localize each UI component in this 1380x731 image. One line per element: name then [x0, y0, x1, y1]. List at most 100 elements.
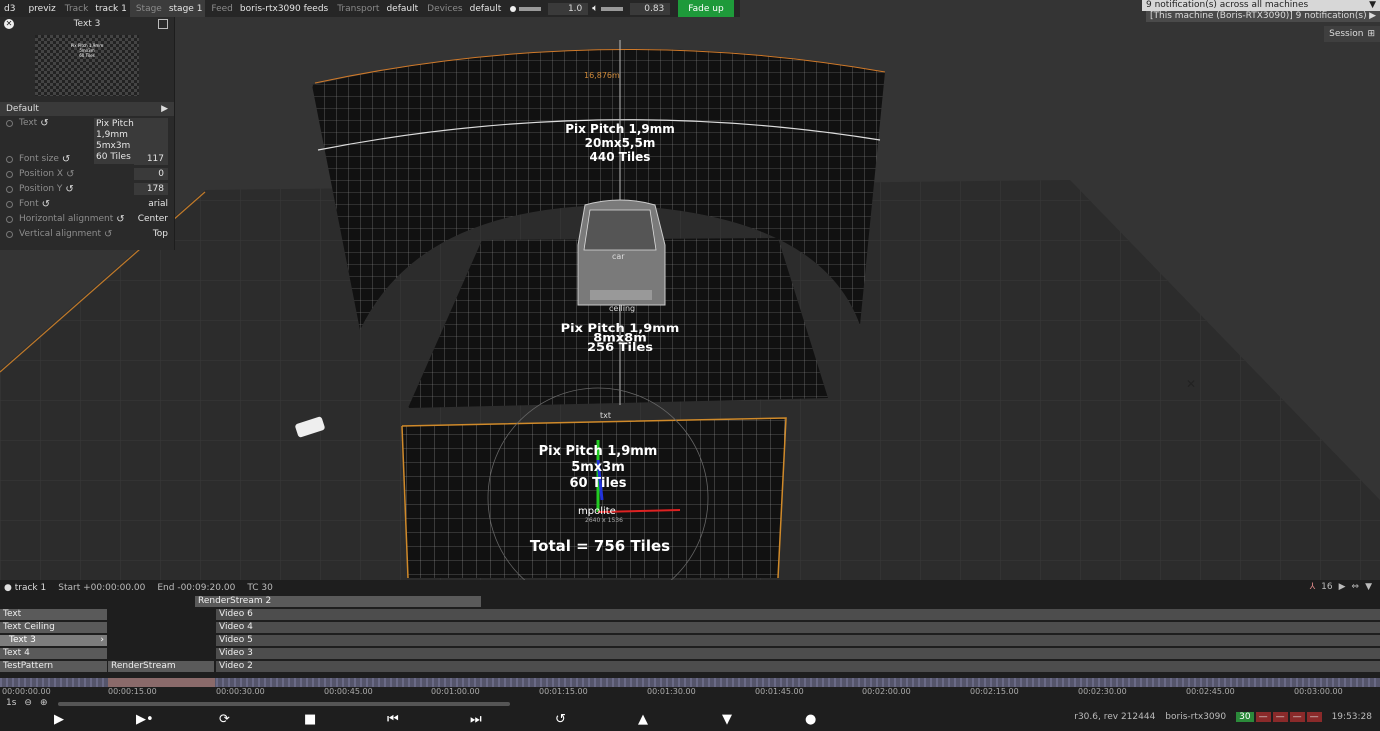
layer-testpattern[interactable]: TestPattern — [0, 661, 107, 672]
notifications-all-text: 9 notification(s) across all machines — [1146, 0, 1309, 10]
status-indicators: 30— — — — — [1236, 712, 1322, 722]
tick-label: 00:01:00.00 — [431, 687, 480, 696]
brightness-value[interactable]: 1.0 — [548, 2, 589, 15]
tick-label: 00:02:30.00 — [1078, 687, 1127, 696]
layer-video-5[interactable]: Video 5 — [216, 635, 1380, 646]
keyframe-icon[interactable] — [6, 156, 13, 163]
stop-icon[interactable]: ■ — [304, 712, 316, 727]
text-value-line: 5mx3m — [96, 141, 131, 151]
timeline-panel: ● track 1 Start +00:00:00.00 End -00:09:… — [0, 580, 1380, 731]
machine-name: boris-rtx3090 — [1165, 712, 1227, 722]
mpolite-label: mpolite — [578, 506, 616, 517]
panel-title: Text 3 — [73, 19, 101, 29]
keyframe-icon[interactable] — [6, 216, 13, 223]
wall-text-line: 20mx5,5m — [584, 136, 656, 150]
close-icon[interactable]: ✕ — [4, 19, 14, 29]
section-default-label: Default — [6, 104, 39, 114]
preview-line: 60 Tiles — [79, 53, 95, 58]
horizontal-alignment-field[interactable]: Center — [138, 212, 168, 227]
section-default[interactable]: Default ▶ — [0, 102, 174, 116]
keyframe-icon[interactable] — [6, 120, 13, 127]
reset-icon[interactable]: ↺ — [116, 212, 124, 227]
tick-label: 00:00:00.00 — [2, 687, 51, 696]
stage-selector[interactable]: stage 1 — [166, 4, 206, 14]
layer-text[interactable]: Text — [0, 609, 107, 620]
previous-icon[interactable]: ⏮ — [387, 712, 399, 727]
return-icon[interactable]: ↺ — [555, 712, 566, 727]
keyframe-icon[interactable] — [6, 171, 13, 178]
prop-font: Font ↺ arial — [0, 197, 174, 212]
down-icon[interactable]: ▼ — [722, 712, 732, 727]
timeline-scrollbar[interactable] — [58, 702, 510, 706]
timeline-header: ● track 1 Start +00:00:00.00 End -00:09:… — [0, 580, 1380, 595]
reset-icon[interactable]: ↺ — [62, 152, 70, 167]
session-button[interactable]: Session ⊞ — [1324, 26, 1380, 42]
up-icon[interactable]: ▲ — [638, 712, 648, 727]
prop-text: Text ↺ Pix Pitch 1,9mm 5mx3m 60 Tiles — [0, 116, 174, 164]
position-x-field[interactable]: 0 — [134, 168, 168, 180]
track-selector[interactable]: track 1 — [92, 4, 130, 14]
axis-icon[interactable]: ⅄ — [1310, 582, 1316, 592]
vertical-alignment-field[interactable]: Top — [153, 227, 168, 242]
3d-viewport[interactable]: ✕ — [0, 0, 1380, 580]
volume-value[interactable]: 0.83 — [630, 2, 671, 15]
play-to-end-icon[interactable]: ▶• — [136, 712, 154, 727]
keyframe-icon[interactable] — [6, 186, 13, 193]
layer-renderstream[interactable]: RenderStream — [108, 661, 214, 672]
volume-slider[interactable] — [601, 6, 624, 11]
reset-icon[interactable]: ↺ — [42, 197, 50, 212]
reset-icon[interactable]: ↺ — [66, 167, 74, 182]
txt-label: txt — [600, 411, 612, 420]
record-icon[interactable]: ● — [805, 712, 816, 727]
play-icon[interactable]: ▶ — [54, 712, 64, 727]
track-name-label: track 1 — [14, 582, 47, 593]
mpolite-resolution: 2640 x 1536 — [585, 517, 623, 524]
zoom-in-icon[interactable]: ⊕ — [40, 698, 48, 708]
keyframe-icon[interactable] — [6, 231, 13, 238]
tick-label: 00:01:45.00 — [755, 687, 804, 696]
layer-video-3[interactable]: Video 3 — [216, 648, 1380, 659]
play-icon[interactable]: ▶ — [1339, 582, 1346, 592]
font-field[interactable]: arial — [148, 197, 168, 212]
expand-icon[interactable]: ⇔ — [1352, 582, 1360, 592]
position-y-field[interactable]: 178 — [134, 183, 168, 195]
prop-font-size: Font size ↺ 117 — [0, 152, 174, 167]
fade-up-button[interactable]: Fade up — [678, 0, 734, 17]
devices-selector[interactable]: default — [467, 4, 505, 14]
layer-video-2[interactable]: Video 2 — [216, 661, 1380, 672]
tick-label: 00:02:15.00 — [970, 687, 1019, 696]
layer-text-ceiling[interactable]: Text Ceiling — [0, 622, 107, 633]
reset-icon[interactable]: ↺ — [40, 116, 48, 131]
notifications-panel: 9 notification(s) across all machines ▼ … — [1142, 0, 1380, 22]
wall-text: Pix Pitch 1,9mm 20mx5,5m 440 Tiles — [545, 122, 695, 164]
reset-icon[interactable]: ↺ — [104, 227, 112, 242]
transport-selector[interactable]: default — [383, 4, 421, 14]
layer-text-3[interactable]: Text 3 › — [0, 635, 107, 646]
prop-position-x: Position X ↺ 0 — [0, 167, 174, 182]
prop-horizontal-alignment: Horizontal alignment ↺ Center — [0, 212, 174, 227]
save-icon[interactable] — [158, 19, 168, 29]
feed-selector[interactable]: boris-rtx3090 feeds — [237, 4, 331, 14]
timeline-ruler[interactable] — [0, 678, 1380, 687]
front-text: Pix Pitch 1,9mm 5mx3m 60 Tiles — [510, 444, 686, 492]
notifications-all[interactable]: 9 notification(s) across all machines ▼ — [1142, 0, 1380, 11]
reset-icon[interactable]: ↺ — [65, 182, 73, 197]
version-text: r30.6, rev 212444 — [1074, 712, 1156, 722]
loop-icon[interactable]: ⟳ — [219, 712, 230, 727]
mode-label[interactable]: previz — [18, 4, 58, 14]
next-icon[interactable]: ⏭ — [470, 712, 482, 727]
step-label[interactable]: 1s — [6, 698, 16, 708]
zoom-out-icon[interactable]: ⊖ — [24, 698, 32, 708]
notifications-this-machine[interactable]: [This machine (Boris-RTX3090)] 9 notific… — [1146, 11, 1380, 22]
layer-text-4[interactable]: Text 4 — [0, 648, 107, 659]
brightness-slider[interactable] — [519, 6, 542, 11]
chevron-down-icon[interactable]: ▼ — [1365, 582, 1372, 592]
layer-video-6[interactable]: Video 6 — [216, 609, 1380, 620]
track-name[interactable]: ● track 1 — [4, 583, 46, 593]
keyframe-icon[interactable] — [6, 201, 13, 208]
wall-text-line: 440 Tiles — [589, 150, 651, 164]
layer-renderstream-2[interactable]: RenderStream 2 — [195, 596, 481, 607]
layer-video-4[interactable]: Video 4 — [216, 622, 1380, 633]
floor-text: Pix Pitch 1,9mm 8mx8m 256 Tiles — [520, 324, 720, 354]
font-size-field[interactable]: 117 — [134, 153, 168, 165]
